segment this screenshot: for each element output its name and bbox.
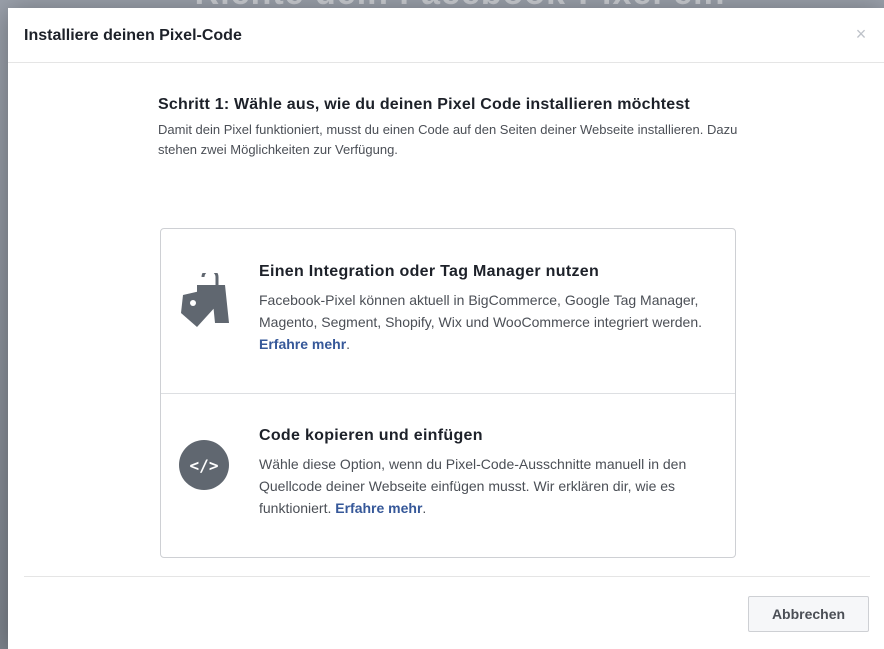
- code-icon-glyph: </>: [190, 456, 219, 475]
- cancel-button[interactable]: Abbrechen: [748, 596, 869, 632]
- desc-period: .: [422, 500, 427, 516]
- option-copy-code[interactable]: </> Code kopieren und einfügen Wähle die…: [161, 394, 735, 557]
- option-integration-title: Einen Integration oder Tag Manager nutze…: [259, 263, 600, 280]
- close-icon[interactable]: ×: [850, 23, 872, 45]
- option-copy-code-desc-text: Wähle diese Option, wenn du Pixel-Code-A…: [259, 456, 687, 516]
- dialog-title: Installiere deinen Pixel-Code: [24, 27, 242, 44]
- step-description: Damit dein Pixel funktioniert, musst du …: [158, 122, 738, 157]
- option-copy-code-text: Code kopieren und einfügen Wähle diese O…: [259, 425, 719, 519]
- option-copy-code-title: Code kopieren und einfügen: [259, 427, 483, 444]
- option-integration-description: Facebook-Pixel können aktuell in BigComm…: [259, 289, 719, 355]
- dialog-header: Installiere deinen Pixel-Code ×: [8, 8, 884, 63]
- step-section: Schritt 1: Wähle aus, wie du deinen Pixe…: [158, 94, 738, 160]
- shopping-bag-tag-icon: [179, 268, 233, 327]
- option-integration[interactable]: Einen Integration oder Tag Manager nutze…: [161, 229, 735, 394]
- footer-divider: [24, 576, 870, 577]
- desc-period: .: [346, 336, 351, 352]
- option-copy-code-description: Wähle diese Option, wenn du Pixel-Code-A…: [259, 453, 719, 519]
- learn-more-link[interactable]: Erfahre mehr: [259, 336, 346, 352]
- install-pixel-dialog: Installiere deinen Pixel-Code × Schritt …: [8, 8, 884, 649]
- step-title: Schritt 1: Wähle aus, wie du deinen Pixe…: [158, 96, 690, 113]
- option-integration-text: Einen Integration oder Tag Manager nutze…: [259, 261, 719, 355]
- code-icon: </>: [179, 440, 233, 494]
- option-integration-desc-text: Facebook-Pixel können aktuell in BigComm…: [259, 292, 703, 330]
- install-options: Einen Integration oder Tag Manager nutze…: [160, 228, 736, 558]
- learn-more-link[interactable]: Erfahre mehr: [335, 500, 422, 516]
